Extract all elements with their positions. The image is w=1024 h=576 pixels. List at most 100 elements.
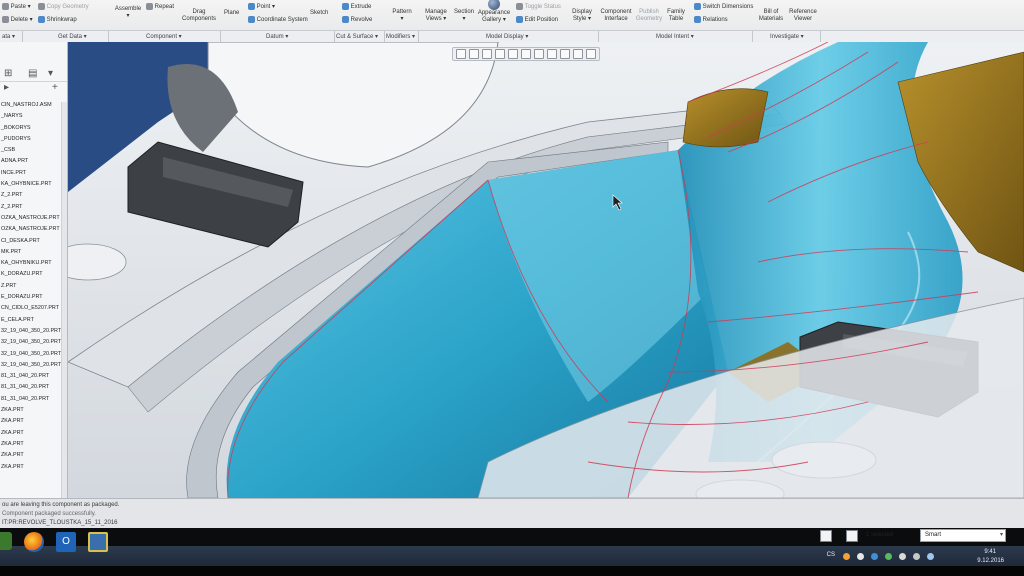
tree-item[interactable]: E_CELA.PRT: [0, 315, 62, 326]
bill-of-materials-button[interactable]: Bill of Materials: [756, 9, 786, 23]
refit-icon[interactable]: [456, 49, 466, 59]
tree-item[interactable]: Z_2.PRT: [0, 190, 62, 201]
tree-item[interactable]: ZKA.PRT: [0, 405, 62, 416]
tree-item[interactable]: ZKA.PRT: [0, 428, 62, 439]
extrude-button[interactable]: Extrude: [342, 3, 371, 11]
section-button[interactable]: Section ▾: [452, 9, 476, 23]
tree-item[interactable]: ZKA.PRT: [0, 450, 62, 461]
publish-geometry-button[interactable]: Publish Geometry: [634, 9, 664, 23]
tree-item[interactable]: ZKA.PRT: [0, 416, 62, 427]
plane-button[interactable]: Plane: [224, 10, 239, 17]
sketch-button[interactable]: Sketch: [310, 10, 328, 17]
relations-button[interactable]: Relations: [694, 16, 728, 24]
tree-item[interactable]: K_DORAZU.PRT: [0, 269, 62, 280]
outlook-icon[interactable]: O: [56, 532, 76, 552]
firefox-icon[interactable]: [24, 532, 44, 552]
toggle-status-button[interactable]: Toggle Status: [516, 3, 561, 11]
tree-item[interactable]: ADNA.PRT: [0, 156, 62, 167]
tree-item[interactable]: _NARYS: [0, 111, 62, 122]
tree-item[interactable]: KA_OHYBNIKU.PRT: [0, 258, 62, 269]
coordinate-system-button[interactable]: Coordinate System: [248, 16, 308, 24]
tray-network-icon[interactable]: [857, 553, 864, 560]
tray-flag-icon[interactable]: [899, 553, 906, 560]
tree-item[interactable]: 32_19_040_350_20.PRT: [0, 326, 62, 337]
creo-app-icon[interactable]: [88, 532, 108, 552]
group-component[interactable]: Component ▾: [146, 33, 182, 40]
annotation-display-icon[interactable]: [573, 49, 583, 59]
find-icon[interactable]: [820, 530, 832, 542]
shrinkwrap-button[interactable]: Shrinkwrap: [38, 16, 77, 24]
selection-filter-dropdown[interactable]: Smart ▾: [920, 529, 1006, 542]
paste-button[interactable]: Paste ▾: [2, 3, 31, 11]
family-table-button[interactable]: Family Table: [664, 9, 688, 23]
view-manager-icon[interactable]: [534, 49, 544, 59]
saved-orientations-icon[interactable]: [508, 49, 518, 59]
repaint-icon[interactable]: [495, 49, 505, 59]
tree-item[interactable]: _CSB: [0, 145, 62, 156]
tree-item[interactable]: E_DORAZU.PRT: [0, 292, 62, 303]
tree-item[interactable]: 32_19_040_350_20.PRT: [0, 349, 62, 360]
tree-item[interactable]: CN_CIDLO_E5207.PRT: [0, 303, 62, 314]
tree-item[interactable]: KA_OHYBNICE.PRT: [0, 179, 62, 190]
tray-update-icon[interactable]: [843, 553, 850, 560]
group-datum[interactable]: Datum ▾: [266, 33, 288, 40]
tree-expand-icon[interactable]: ▸: [4, 82, 9, 93]
display-style-icon[interactable]: [521, 49, 531, 59]
tree-item[interactable]: 32_19_040_350_20.PRT: [0, 337, 62, 348]
clock-date[interactable]: 9.12.2016: [977, 558, 1004, 564]
graphics-viewport[interactable]: [68, 42, 1024, 498]
tray-power-icon[interactable]: [927, 553, 934, 560]
tree-filter-icon[interactable]: ▾: [48, 68, 53, 79]
group-investigate[interactable]: Investigate ▾: [770, 33, 804, 40]
assemble-button[interactable]: Assemble ▾: [112, 6, 144, 20]
tree-item[interactable]: _PUDORYS: [0, 134, 62, 145]
repeat-button[interactable]: Repeat: [146, 3, 174, 11]
delete-button[interactable]: Delete ▾: [2, 16, 33, 24]
clock-time[interactable]: 9:41: [984, 549, 996, 555]
tree-item[interactable]: CIN_NASTROJ.ASM: [0, 100, 62, 111]
tray-speaker-icon[interactable]: [913, 553, 920, 560]
tree-item[interactable]: ZKA.PRT: [0, 439, 62, 450]
component-interface-button[interactable]: Component Interface: [598, 9, 634, 23]
reference-viewer-button[interactable]: Reference Viewer: [786, 9, 820, 23]
start-button[interactable]: [0, 532, 12, 550]
perspective-icon[interactable]: [547, 49, 557, 59]
zoom-out-icon[interactable]: [482, 49, 492, 59]
tree-item[interactable]: OZKA_NASTROJE.PRT: [0, 224, 62, 235]
tree-settings-icon[interactable]: ⊞: [4, 68, 12, 79]
tray-security-icon[interactable]: [885, 553, 892, 560]
zoom-in-icon[interactable]: [469, 49, 479, 59]
tree-item[interactable]: 81_31_040_20.PRT: [0, 382, 62, 393]
group-modifiers[interactable]: Modifiers ▾: [386, 33, 415, 40]
tree-item[interactable]: 32_19_040_350_20.PRT: [0, 360, 62, 371]
tree-item[interactable]: Z.PRT: [0, 281, 62, 292]
datum-display-icon[interactable]: [560, 49, 570, 59]
group-get-data[interactable]: Get Data ▾: [58, 33, 87, 40]
switch-dimensions-button[interactable]: Switch Dimensions: [694, 3, 753, 11]
model-tree-scrollbar[interactable]: [61, 102, 67, 498]
tree-item[interactable]: Z_2.PRT: [0, 202, 62, 213]
language-indicator[interactable]: CS: [827, 552, 835, 558]
tree-item[interactable]: ZKA.PRT: [0, 462, 62, 473]
tree-item[interactable]: INCE.PRT: [0, 168, 62, 179]
selection-filter-icon[interactable]: [846, 530, 858, 542]
tree-item[interactable]: _BOKORYS: [0, 123, 62, 134]
tree-item[interactable]: 81_31_040_20.PRT: [0, 371, 62, 382]
edit-position-button[interactable]: Edit Position: [516, 16, 558, 24]
group-cut-surface[interactable]: Cut & Surface ▾: [336, 33, 378, 40]
drag-components-button[interactable]: Drag Components: [180, 9, 218, 23]
appearance-gallery-button[interactable]: Appearance Gallery ▾: [476, 0, 512, 24]
tree-columns-icon[interactable]: ▤: [28, 68, 37, 79]
group-data[interactable]: ata ▾: [2, 33, 15, 40]
group-model-display[interactable]: Model Display ▾: [486, 33, 528, 40]
tree-item[interactable]: 81_31_040_20.PRT: [0, 394, 62, 405]
pattern-button[interactable]: Pattern ▾: [388, 9, 416, 23]
point-button[interactable]: Point ▾: [248, 3, 275, 11]
manage-views-button[interactable]: Manage Views ▾: [422, 9, 450, 23]
copy-geometry-button[interactable]: Copy Geometry: [38, 3, 89, 11]
spin-center-icon[interactable]: [586, 49, 596, 59]
tree-add-icon[interactable]: +: [52, 82, 58, 93]
group-model-intent[interactable]: Model Intent ▾: [656, 33, 694, 40]
tree-item[interactable]: CI_DESKA.PRT: [0, 236, 62, 247]
tree-item[interactable]: OZKA_NASTROJE.PRT: [0, 213, 62, 224]
